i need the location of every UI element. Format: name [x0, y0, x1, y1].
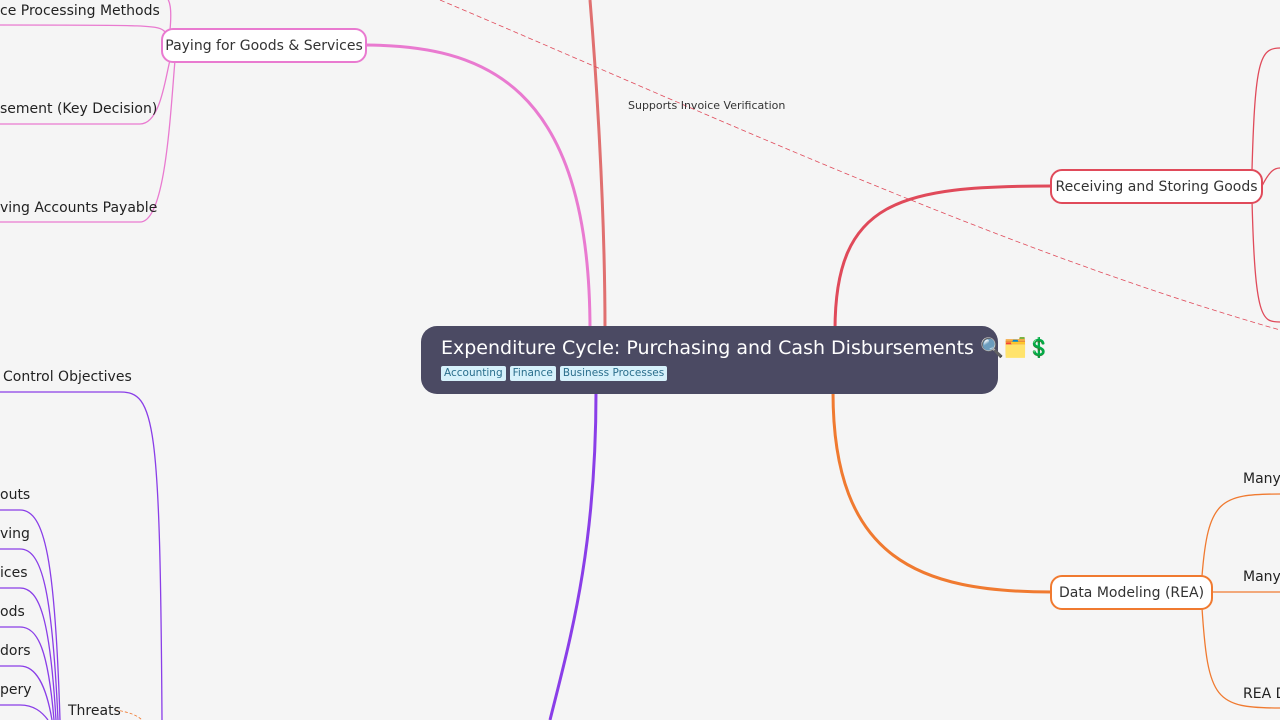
label-threat-1[interactable]: outs	[0, 486, 30, 504]
edge-control-objectives	[0, 391, 163, 720]
root-title: Expenditure Cycle: Purchasing and Cash D…	[441, 336, 1051, 360]
edge-receiving-sub1	[1251, 47, 1280, 171]
node-receiving-label: Receiving and Storing Goods	[1055, 178, 1258, 195]
label-disbursement-key-decision[interactable]: sement (Key Decision)	[0, 100, 157, 118]
edge-root-paying	[365, 43, 592, 331]
label-many-to-many-1[interactable]: Many-	[1243, 470, 1280, 488]
label-invoice-processing-methods[interactable]: ce Processing Methods	[0, 2, 160, 20]
edge-receiving-sub2	[1261, 167, 1280, 187]
label-control-objectives[interactable]: Control Objectives	[3, 368, 132, 386]
label-many-to-many-2[interactable]: Many-	[1243, 568, 1280, 586]
node-receiving-storing[interactable]: Receiving and Storing Goods	[1050, 169, 1263, 204]
tag-business-processes[interactable]: Business Processes	[559, 366, 668, 381]
label-threat-3[interactable]: ices	[0, 564, 28, 582]
edge-paying-invoice-methods	[167, 0, 172, 31]
edge-root-datamodel	[831, 391, 1053, 594]
label-threat-2[interactable]: ving	[0, 525, 30, 543]
root-tags: Accounting Finance Business Processes	[441, 366, 978, 381]
node-data-modeling[interactable]: Data Modeling (REA)	[1050, 575, 1213, 610]
label-threat-6[interactable]: pery	[0, 681, 32, 699]
edge-paying-invoice	[0, 24, 166, 33]
root-node[interactable]: Expenditure Cycle: Purchasing and Cash D…	[421, 326, 1051, 394]
node-data-modeling-label: Data Modeling (REA)	[1058, 584, 1205, 601]
label-approving-accounts-payable[interactable]: ving Accounts Payable	[0, 199, 157, 217]
node-paying-goods-services[interactable]: Paying for Goods & Services	[161, 28, 367, 63]
edge-root-receiving	[833, 184, 1053, 331]
node-paying-label: Paying for Goods & Services	[165, 37, 363, 54]
label-rea-diagram[interactable]: REA D	[1243, 685, 1280, 703]
edge-receiving-sub3	[1251, 199, 1280, 323]
edge-root-up	[588, 0, 607, 331]
root-title-text: Expenditure Cycle: Purchasing and Cash D…	[441, 337, 974, 359]
tag-accounting[interactable]: Accounting	[441, 366, 506, 381]
label-threat-5[interactable]: dors	[0, 642, 31, 660]
link-label-supports-invoice-verification: Supports Invoice Verification	[628, 99, 786, 112]
label-threat-4[interactable]: ods	[0, 603, 25, 621]
edge-threat-6	[0, 704, 49, 720]
label-threats[interactable]: Threats	[68, 702, 121, 720]
tag-finance[interactable]: Finance	[509, 366, 556, 381]
edge-paying-ap	[0, 59, 176, 223]
edge-root-down	[548, 391, 598, 720]
edge-dm-many1	[1201, 493, 1280, 577]
root-emoji-icons: 🔍🗂️💲	[980, 337, 1051, 359]
